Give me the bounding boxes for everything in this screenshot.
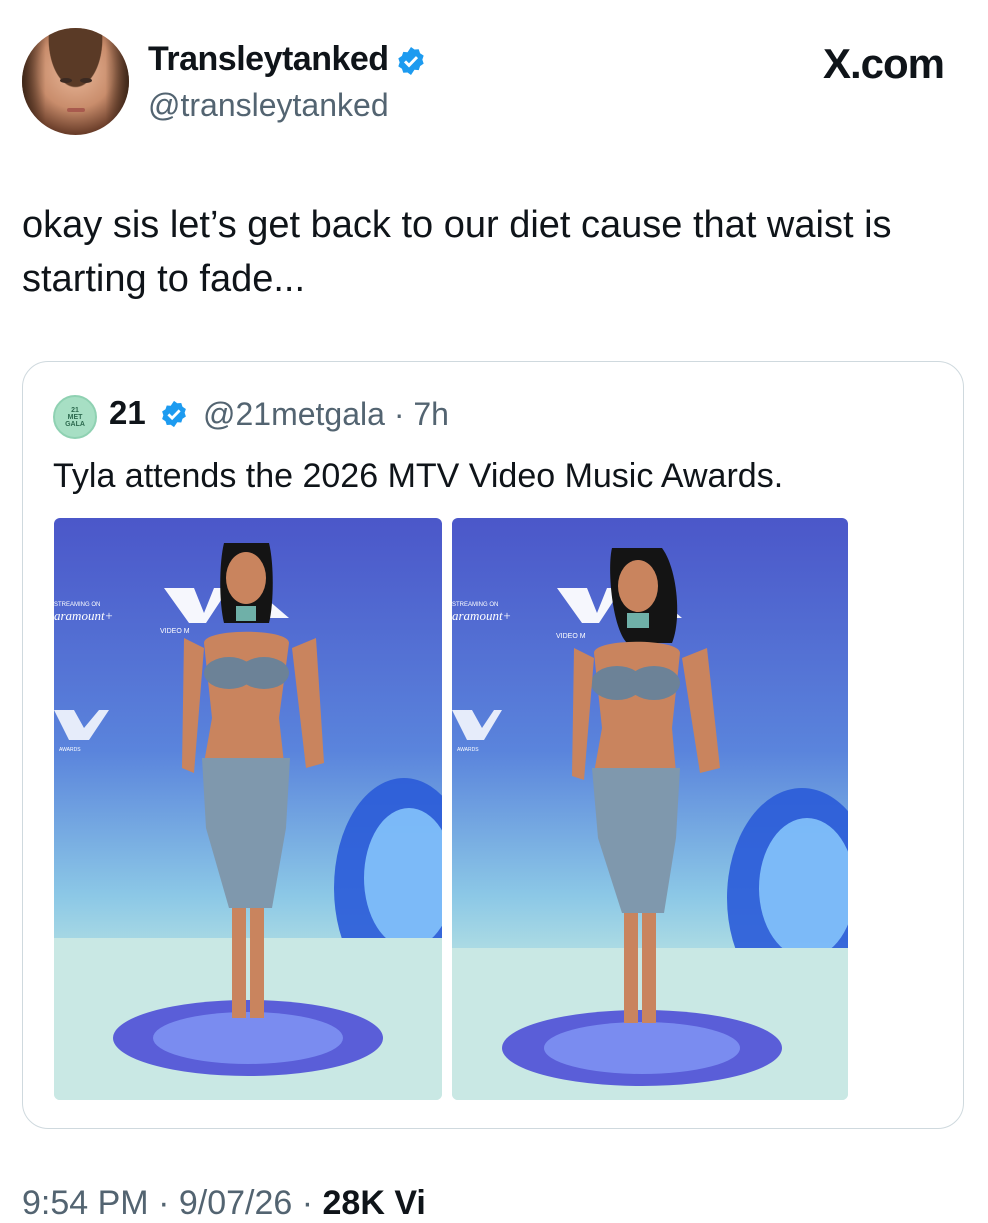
quoted-tweet-card[interactable]: 21 MET GALA 21 @21metgala · 7h Tyla atte…: [22, 361, 964, 1129]
quoted-author-avatar[interactable]: 21 MET GALA: [53, 395, 97, 439]
tweet-text: okay sis let’s get back to our diet caus…: [22, 204, 892, 300]
quoted-tweet-text: Tyla attends the 2026 MTV Video Music Aw…: [53, 457, 784, 495]
quoted-avatar-text: 21 MET GALA: [65, 406, 85, 428]
post-views: 28K Vi: [322, 1184, 426, 1222]
backdrop-awards-text-2: AWARDS: [457, 747, 479, 753]
author-avatar[interactable]: [22, 28, 129, 135]
quoted-photo-1[interactable]: STREAMING ON aramount+ VIDEO M AWARDS: [54, 518, 442, 1100]
author-display-name[interactable]: Transleytanked: [148, 40, 427, 79]
backdrop-awards-text: AWARDS: [59, 747, 81, 753]
backdrop-brand-text: aramount+: [54, 608, 113, 623]
post-timestamp[interactable]: 9:54 PM · 9/07/26 ·: [22, 1184, 313, 1222]
backdrop-video-text: VIDEO M: [160, 628, 190, 635]
post-timestamp-views: 9:54 PM · 9/07/26 · 28K Vi: [22, 1184, 426, 1223]
quoted-display-name[interactable]: 21: [109, 394, 146, 432]
quoted-photo-2[interactable]: STREAMING ON aramount+ VIDEO M AWARDS: [452, 518, 848, 1100]
quoted-verified-badge-icon: [162, 400, 186, 428]
backdrop-brand-text-2: aramount+: [452, 608, 511, 623]
backdrop-video-text-2: VIDEO M: [556, 633, 586, 640]
verified-badge-icon: [397, 47, 424, 76]
site-watermark: X.com: [822, 40, 945, 87]
quoted-handle-time[interactable]: @21metgala · 7h: [203, 396, 449, 433]
author-name-text: Transleytanked: [148, 40, 389, 78]
author-handle[interactable]: @transleytanked: [148, 87, 389, 124]
